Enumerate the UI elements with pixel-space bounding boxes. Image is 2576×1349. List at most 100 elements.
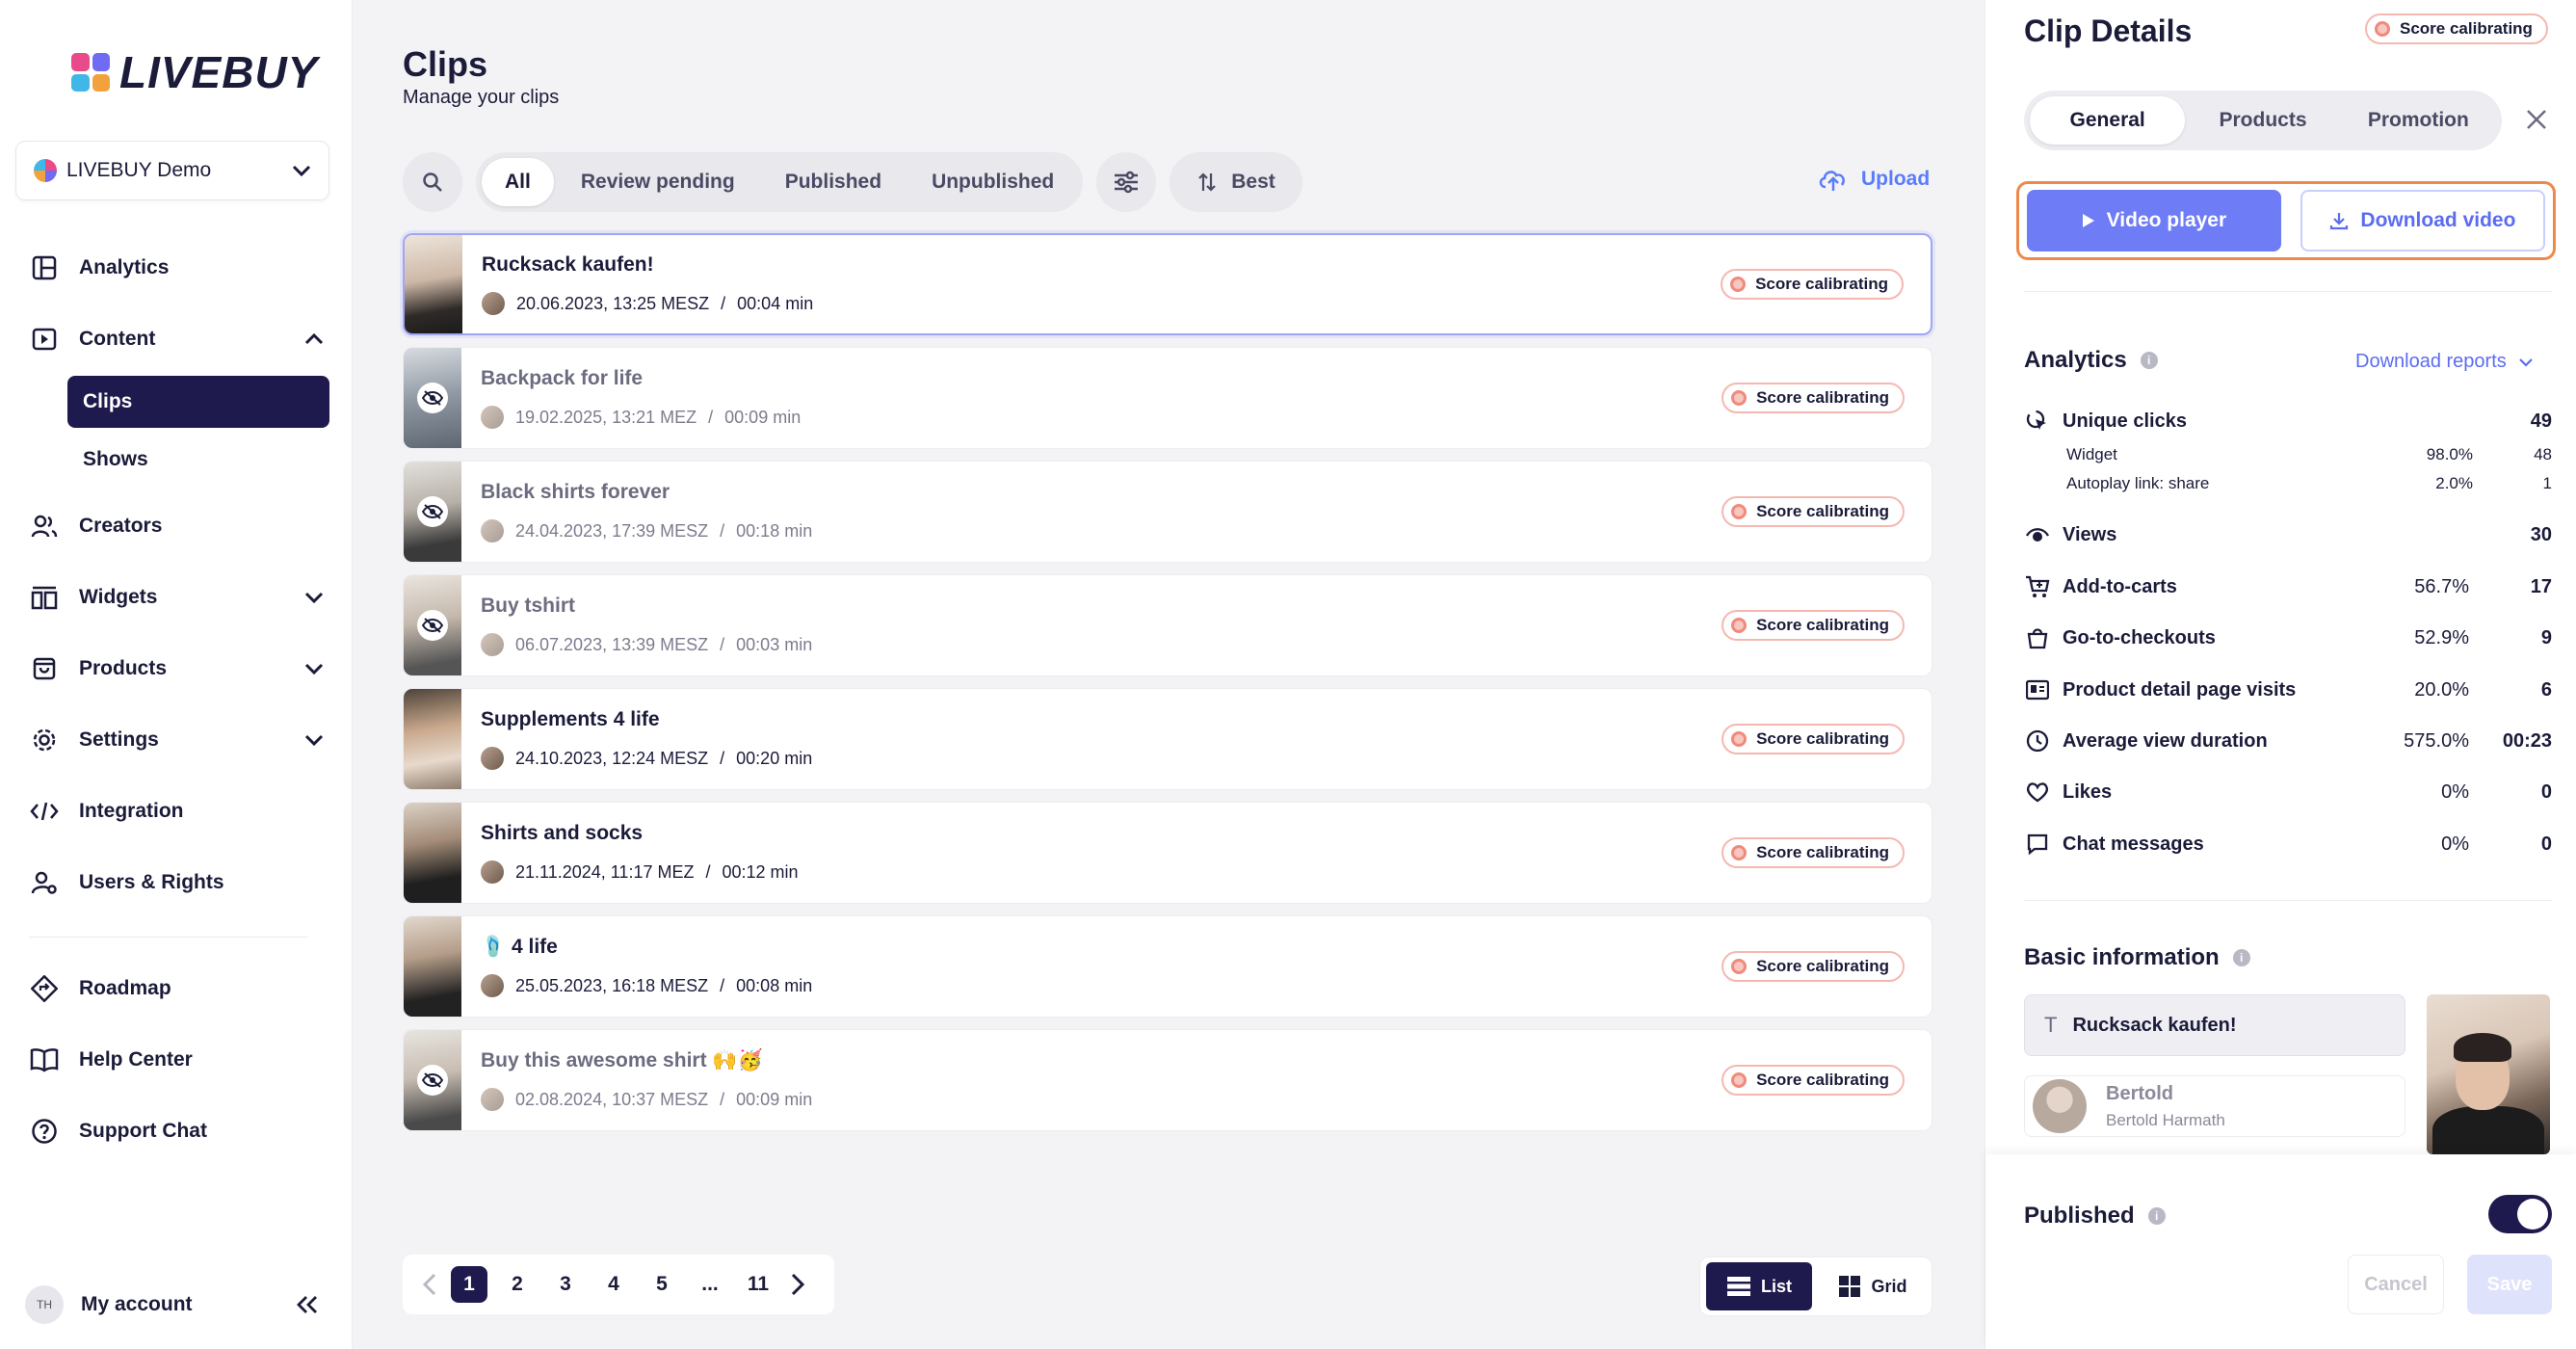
metric-unique-clicks: Unique clicks 49 bbox=[2024, 407, 2552, 436]
metric-percent: 575.0% bbox=[2404, 729, 2469, 752]
video-player-button[interactable]: Video player bbox=[2027, 190, 2281, 251]
logo-mark-icon bbox=[71, 53, 110, 92]
clip-row[interactable]: Black shirts forever 24.04.2023, 17:39 M… bbox=[403, 461, 1932, 563]
creator-avatar bbox=[2033, 1079, 2087, 1133]
filter-tab-review-pending[interactable]: Review pending bbox=[558, 158, 758, 206]
filter-tab-published[interactable]: Published bbox=[762, 158, 905, 206]
info-icon[interactable]: i bbox=[2147, 1207, 2166, 1225]
clip-row[interactable]: Backpack for life 19.02.2025, 13:21 MEZ /… bbox=[403, 347, 1932, 449]
metric-percent: 0% bbox=[2441, 780, 2469, 803]
clip-row[interactable]: Rucksack kaufen! 20.06.2023, 13:25 MESZ /… bbox=[403, 233, 1932, 335]
creator-field[interactable]: Bertold Bertold Harmath bbox=[2024, 1075, 2405, 1137]
metric-value: 49 bbox=[2530, 410, 2552, 432]
clip-title: Black shirts forever bbox=[481, 481, 670, 503]
page-5[interactable]: 5 bbox=[644, 1266, 680, 1303]
info-icon[interactable]: i bbox=[2140, 352, 2158, 369]
grid-view-button[interactable]: Grid bbox=[1820, 1262, 1926, 1310]
download-reports-dropdown[interactable]: Download reports bbox=[2355, 351, 2534, 373]
status-badge-label: Score calibrating bbox=[1756, 843, 1889, 861]
clip-duration: 00:18 min bbox=[736, 520, 813, 541]
metric-likes: Likes 0% 0 bbox=[2024, 778, 2552, 807]
nav-item-creators[interactable]: Creators bbox=[29, 507, 324, 545]
nav-item-integration[interactable]: Integration bbox=[29, 792, 324, 831]
tab-general[interactable]: General bbox=[2030, 96, 2186, 145]
submetric-value: 48 bbox=[2534, 445, 2552, 463]
chevron-down-icon bbox=[304, 592, 324, 603]
status-badge-label: Score calibrating bbox=[1755, 275, 1888, 293]
nav-item-products[interactable]: Products bbox=[29, 649, 324, 688]
org-logo-icon bbox=[34, 159, 57, 182]
calibrating-icon bbox=[1731, 504, 1748, 519]
clip-preview-thumbnail[interactable] bbox=[2427, 994, 2550, 1154]
calibrating-icon bbox=[1730, 277, 1747, 292]
status-badge-label: Score calibrating bbox=[1756, 957, 1889, 975]
page-2[interactable]: 2 bbox=[499, 1266, 536, 1303]
account-menu[interactable]: TH My account bbox=[25, 1285, 320, 1324]
chevron-right-icon[interactable] bbox=[788, 1272, 807, 1297]
cancel-button[interactable]: Cancel bbox=[2348, 1255, 2444, 1314]
page-4[interactable]: 4 bbox=[595, 1266, 632, 1303]
clip-date: 25.05.2023, 16:18 MESZ bbox=[515, 975, 709, 995]
page-11[interactable]: 11 bbox=[740, 1266, 776, 1303]
filter-tab-all[interactable]: All bbox=[482, 158, 554, 206]
nav-label: Help Center bbox=[79, 1048, 193, 1071]
nav-item-users-rights[interactable]: Users & Rights bbox=[29, 863, 324, 902]
tab-promotion[interactable]: Promotion bbox=[2341, 96, 2496, 145]
clip-row[interactable]: Supplements 4 life 24.10.2023, 12:24 MES… bbox=[403, 688, 1932, 790]
upload-button[interactable]: Upload bbox=[1817, 166, 1930, 193]
clip-row[interactable]: Buy tshirt 06.07.2023, 13:39 MESZ / 00:03 … bbox=[403, 574, 1932, 676]
metric-percent: 20.0% bbox=[2414, 678, 2469, 701]
chevron-down-icon bbox=[304, 734, 324, 746]
tab-products[interactable]: Products bbox=[2185, 96, 2340, 145]
meta-separator: / bbox=[720, 975, 725, 995]
page-3[interactable]: 3 bbox=[547, 1266, 584, 1303]
nav-item-content[interactable]: Content bbox=[29, 320, 324, 358]
submetric-value: 1 bbox=[2542, 474, 2552, 492]
published-toggle[interactable] bbox=[2488, 1195, 2552, 1233]
clip-thumbnail bbox=[405, 235, 462, 333]
nav-item-help-center[interactable]: Help Center bbox=[29, 1041, 324, 1079]
clip-row[interactable]: 🩴 4 life 25.05.2023, 16:18 MESZ / 00:08 mi… bbox=[403, 915, 1932, 1018]
livebuy-logo[interactable]: LIVEBUY bbox=[71, 46, 318, 98]
meta-separator: / bbox=[720, 634, 725, 654]
clip-title: Buy tshirt bbox=[481, 595, 576, 617]
submetric-percent: 2.0% bbox=[2435, 474, 2473, 492]
clip-row[interactable]: Shirts and socks 21.11.2024, 11:17 MEZ / 0… bbox=[403, 802, 1932, 904]
download-video-button[interactable]: Download video bbox=[2300, 190, 2545, 251]
products-icon bbox=[29, 653, 60, 684]
org-name: LIVEBUY Demo bbox=[66, 159, 212, 181]
info-icon[interactable]: i bbox=[2232, 949, 2250, 966]
nav-item-analytics[interactable]: Analytics bbox=[29, 249, 324, 287]
metric-label: Likes bbox=[2063, 780, 2113, 803]
play-icon bbox=[2082, 214, 2094, 227]
close-button[interactable] bbox=[2521, 104, 2552, 135]
nav-item-widgets[interactable]: Widgets bbox=[29, 578, 324, 617]
page-1[interactable]: 1 bbox=[451, 1266, 487, 1303]
creator-avatar bbox=[481, 974, 504, 997]
sidebar-subitem-shows[interactable]: Shows bbox=[67, 434, 329, 486]
clip-row[interactable]: Buy this awesome shirt 🙌🥳 02.08.2024, 10… bbox=[403, 1029, 1932, 1131]
clip-title-field[interactable]: T Rucksack kaufen! bbox=[2024, 994, 2405, 1056]
creator-avatar bbox=[481, 519, 504, 542]
widgets-icon bbox=[29, 582, 60, 613]
sort-button[interactable]: Best bbox=[1170, 152, 1302, 212]
metric-label: Chat messages bbox=[2063, 833, 2204, 855]
nav-item-roadmap[interactable]: Roadmap bbox=[29, 969, 324, 1008]
sort-label: Best bbox=[1231, 171, 1275, 193]
metric-value: 30 bbox=[2530, 523, 2552, 545]
search-button[interactable] bbox=[403, 152, 462, 212]
creator-name: Bertold bbox=[2106, 1082, 2173, 1104]
clip-thumbnail bbox=[404, 462, 461, 562]
collapse-sidebar-icon[interactable] bbox=[295, 1294, 320, 1315]
clip-thumbnail bbox=[404, 348, 461, 448]
chevron-left-icon[interactable] bbox=[420, 1272, 439, 1297]
cart-icon bbox=[2024, 573, 2051, 600]
nav-item-settings[interactable]: Settings bbox=[29, 721, 324, 759]
advanced-filters-button[interactable] bbox=[1096, 152, 1157, 212]
sidebar-subitem-clips[interactable]: Clips bbox=[67, 376, 329, 428]
filter-tab-unpublished[interactable]: Unpublished bbox=[908, 158, 1077, 206]
list-view-button[interactable]: List bbox=[1706, 1262, 1812, 1310]
org-selector[interactable]: LIVEBUY Demo bbox=[15, 141, 329, 200]
save-button[interactable]: Save bbox=[2467, 1255, 2552, 1314]
nav-item-support-chat[interactable]: Support Chat bbox=[29, 1112, 324, 1151]
